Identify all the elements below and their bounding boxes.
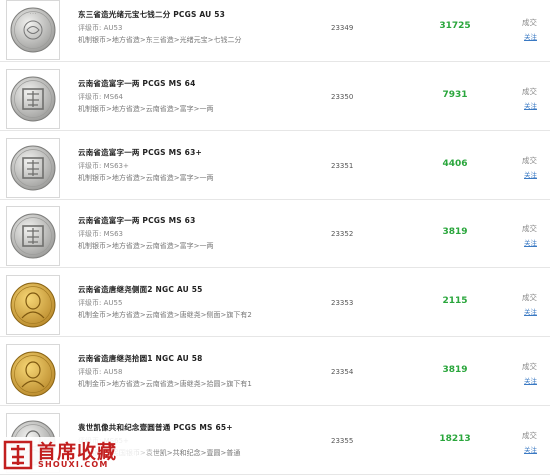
hammer-price: 2115	[442, 296, 468, 306]
watermark-url: SHOUXI.COM	[38, 460, 109, 469]
lot-number: 23351	[331, 162, 354, 170]
grade-label: 评级币: MS64	[78, 93, 123, 101]
coin-image	[10, 76, 56, 122]
coin-thumbnail[interactable]	[6, 275, 60, 335]
coin-image	[10, 282, 56, 328]
grade-label: 评级币: AU58	[78, 368, 123, 376]
hammer-price: 31725	[439, 21, 471, 31]
coin-thumbnail[interactable]	[6, 69, 60, 129]
svg-text:· · ·: · · ·	[30, 11, 36, 16]
grade-label: 评级币: MS63	[78, 230, 123, 238]
sale-status: 成交	[522, 87, 537, 96]
result-row: 云南省造富字一两 PCGS MS 64 评级币: MS64 机制银币>地方省造>云南…	[0, 69, 550, 131]
item-title-link[interactable]: 东三省造光绪元宝七钱二分 PCGS AU 53	[78, 9, 225, 20]
result-row: · · · 东三省造光绪元宝七钱二分 PCGS AU 53 评级币: AU53 机制银…	[0, 0, 550, 62]
follow-link[interactable]: 关注	[524, 169, 537, 179]
lot-number: 23349	[331, 24, 354, 32]
lot-number: 23353	[331, 299, 354, 307]
category-path: 机制金币>地方省造>云南省造>唐继尧>拾圆>旗下有1	[78, 380, 252, 388]
coin-thumbnail[interactable]: · · ·	[6, 0, 60, 60]
category-path: 机制银币>地方省造>云南省造>富字>一两	[78, 242, 214, 250]
coin-thumbnail[interactable]	[6, 344, 60, 404]
grade-label: 评级币: MS63+	[78, 162, 129, 170]
coin-image	[10, 213, 56, 259]
coin-image: · · ·	[10, 7, 56, 53]
coin-thumbnail[interactable]	[6, 138, 60, 198]
lot-number: 23354	[331, 368, 354, 376]
item-title-link[interactable]: 云南省造唐继尧侧面2 NGC AU 55	[78, 284, 203, 295]
lot-number: 23352	[331, 230, 354, 238]
hammer-price: 3819	[442, 365, 468, 375]
follow-link[interactable]: 关注	[524, 306, 537, 316]
follow-link[interactable]: 关注	[524, 100, 537, 110]
follow-link[interactable]: 关注	[524, 237, 537, 247]
category-path: 机制银币>地方省造>东三省造>光绪元宝>七钱二分	[78, 36, 242, 44]
collection-logo-icon	[3, 440, 33, 470]
hammer-price: 18213	[439, 434, 471, 444]
follow-link[interactable]: 关注	[524, 375, 537, 385]
lot-number: 23350	[331, 93, 354, 101]
grade-label: 评级币: AU53	[78, 24, 123, 32]
follow-link[interactable]: 关注	[524, 31, 537, 41]
coin-image	[10, 145, 56, 191]
result-row: 云南省造唐继尧拾圆1 NGC AU 58 评级币: AU58 机制金币>地方省造>云…	[0, 344, 550, 406]
hammer-price: 7931	[442, 90, 468, 100]
hammer-price: 4406	[442, 159, 468, 169]
coin-image	[10, 351, 56, 397]
item-title-link[interactable]: 袁世凯像共和纪念壹圆普通 PCGS MS 65+	[78, 422, 233, 433]
category-path: 机制银币>地方省造>云南省造>富字>一两	[78, 174, 214, 182]
sale-status: 成交	[522, 431, 537, 440]
result-row: 云南省造富字一两 PCGS MS 63+ 评级币: MS63+ 机制银币>地方省造>…	[0, 138, 550, 200]
follow-link[interactable]: 关注	[524, 444, 537, 454]
category-path: 机制金币>地方省造>云南省造>唐继尧>侧面>旗下有2	[78, 311, 252, 319]
item-title-link[interactable]: 云南省造富字一两 PCGS MS 63	[78, 215, 196, 226]
result-row: 云南省造富字一两 PCGS MS 63 评级币: MS63 机制银币>地方省造>云南…	[0, 206, 550, 268]
site-watermark: 首席收藏 SHOUXI.COM	[0, 437, 160, 473]
item-title-link[interactable]: 云南省造富字一两 PCGS MS 64	[78, 78, 196, 89]
sale-status: 成交	[522, 156, 537, 165]
coin-thumbnail[interactable]	[6, 206, 60, 266]
sale-status: 成交	[522, 224, 537, 233]
sale-status: 成交	[522, 362, 537, 371]
sale-status: 成交	[522, 18, 537, 27]
grade-label: 评级币: AU55	[78, 299, 123, 307]
result-row: 云南省造唐继尧侧面2 NGC AU 55 评级币: AU55 机制金币>地方省造>云…	[0, 275, 550, 337]
item-title-link[interactable]: 云南省造唐继尧拾圆1 NGC AU 58	[78, 353, 203, 364]
sale-status: 成交	[522, 293, 537, 302]
hammer-price: 3819	[442, 227, 468, 237]
item-title-link[interactable]: 云南省造富字一两 PCGS MS 63+	[78, 147, 202, 158]
category-path: 机制银币>地方省造>云南省造>富字>一两	[78, 105, 214, 113]
lot-number: 23355	[331, 437, 354, 445]
